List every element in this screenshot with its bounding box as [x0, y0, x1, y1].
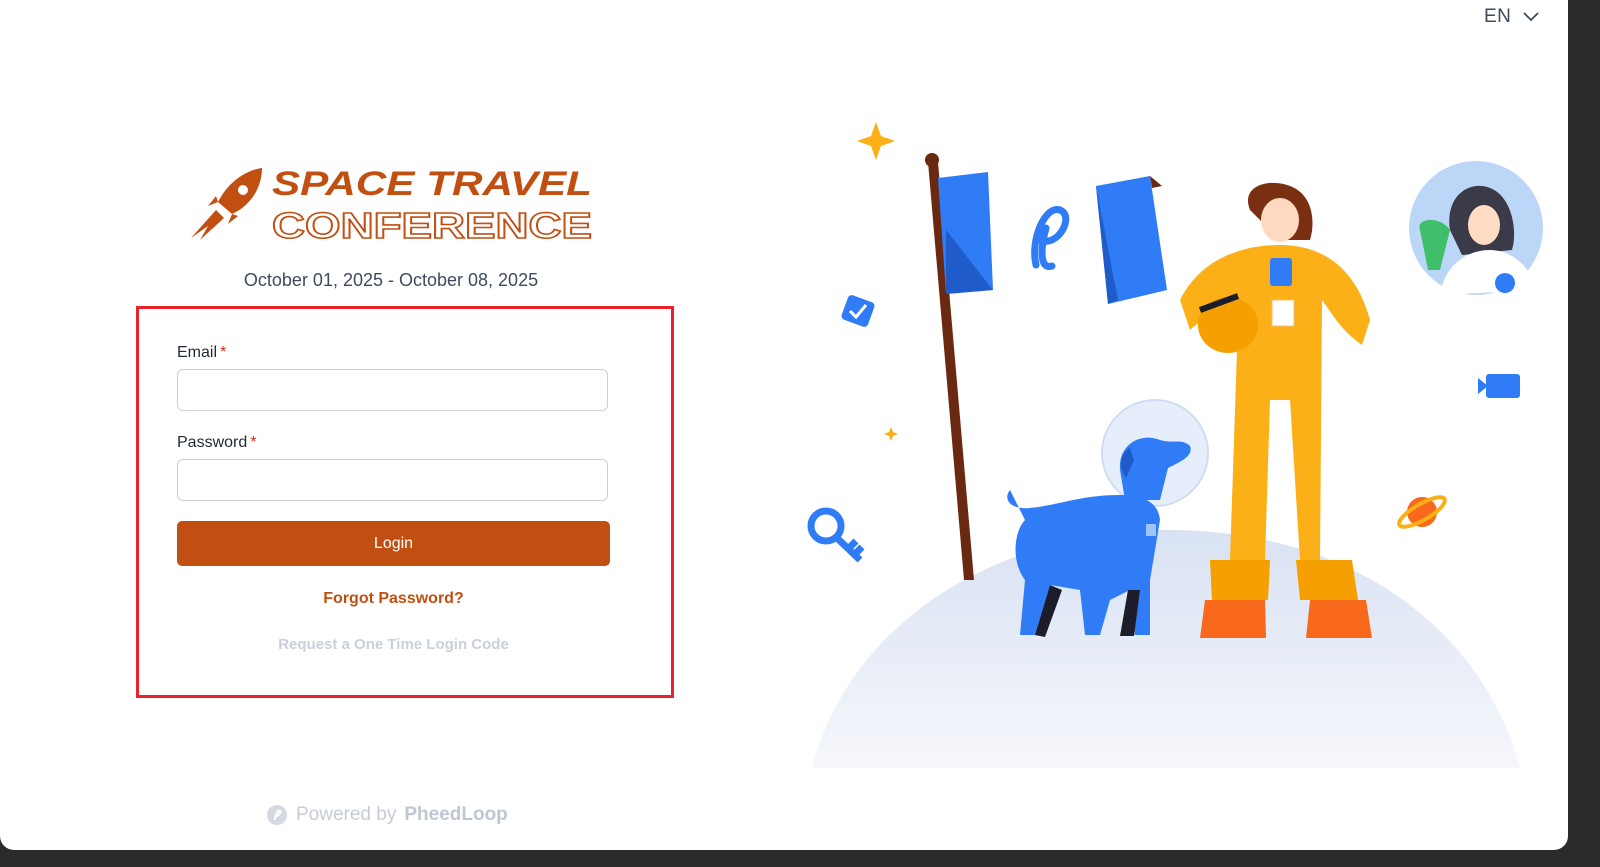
logo-line-1: SPACE TRAVEL: [272, 165, 592, 203]
language-label: EN: [1484, 6, 1512, 27]
sparkle-icon: [884, 427, 898, 441]
powered-by-footer: Powered by PheedLoop: [266, 804, 508, 826]
astronaut-illustration: [807, 122, 1543, 768]
email-label-text: Email: [177, 344, 218, 361]
chevron-down-icon: [1523, 12, 1540, 22]
password-label-text: Password: [177, 434, 248, 451]
check-badge-icon: [841, 295, 875, 327]
camera-icon: [1478, 374, 1520, 398]
key-icon: [807, 507, 865, 563]
pheedloop-p-icon: [1031, 206, 1070, 270]
logo-line-2: CONFERENCE: [272, 205, 592, 244]
powered-by-text: Powered by: [296, 804, 397, 825]
event-logo: SPACE TRAVEL CONFERENCE: [191, 165, 593, 244]
required-marker: *: [250, 434, 257, 451]
forgot-password-link[interactable]: Forgot Password?: [177, 590, 610, 608]
required-marker: *: [220, 344, 227, 361]
email-label: Email *: [177, 344, 226, 362]
planet-hill: [812, 530, 1520, 768]
login-button[interactable]: Login: [177, 521, 610, 566]
pheedloop-logo-icon: [267, 805, 287, 825]
rocket-icon: [191, 168, 262, 240]
support-agent-avatar: [1409, 161, 1543, 295]
login-window: EN SPACE TRAVEL CONFERENCE October 01, 2…: [0, 0, 1568, 850]
star-icon: [857, 122, 895, 160]
password-field[interactable]: [177, 459, 608, 501]
powered-by-brand: PheedLoop: [404, 804, 508, 825]
event-dates: October 01, 2025 - October 08, 2025: [243, 270, 539, 290]
one-time-code-link[interactable]: Request a One Time Login Code: [177, 636, 610, 653]
login-form: Email * Password * Login Forgot Password? …: [136, 306, 674, 698]
language-selector[interactable]: EN: [1484, 6, 1540, 28]
flag-icon: [925, 153, 993, 580]
banner-icon: [1096, 176, 1167, 304]
email-field[interactable]: [177, 369, 608, 411]
planet-icon: [1397, 495, 1447, 529]
password-label: Password *: [177, 434, 256, 452]
